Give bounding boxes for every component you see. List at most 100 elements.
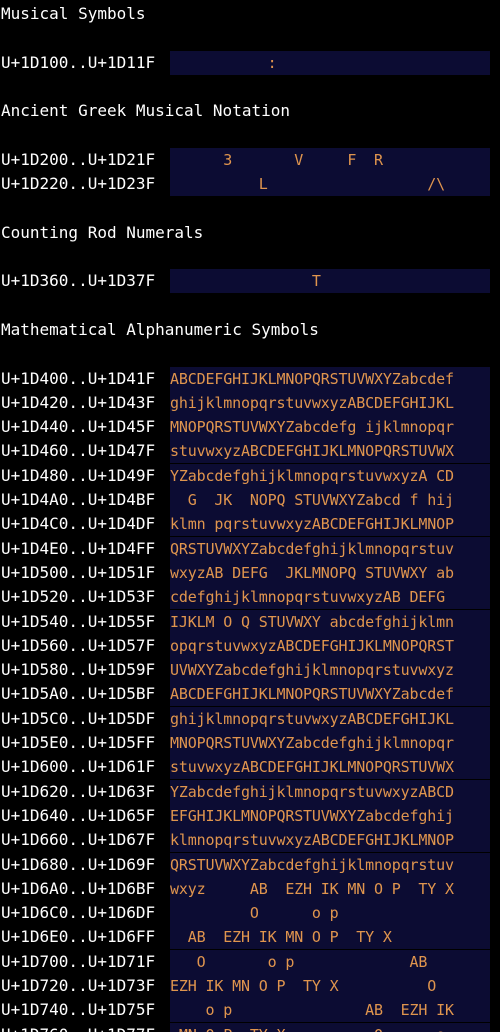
- glyph-row: U+1D480..U+1D49F YZabcdefghijklmnopqrstuv…: [0, 463, 500, 488]
- glyph-sample-text: O o p AB: [170, 952, 428, 971]
- section-heading: Mathematical Alphanumeric Symbols: [1, 319, 319, 339]
- glyph-row: U+1D680..U+1D69F QRSTUVWXYZabcdefghijklmn…: [0, 852, 500, 877]
- glyph-row: U+1D6C0..U+1D6DF O o p: [0, 901, 500, 926]
- glyph-sample-text: MNOPQRSTUVWXYZabcdefg ijklmnopqr: [170, 418, 454, 437]
- glyph-sample-text: L /\: [170, 175, 445, 194]
- glyph-sample-text: stuvwxyzABCDEFGHIJKLMNOPQRSTUVWX: [170, 758, 454, 777]
- section-heading: Ancient Greek Musical Notation: [1, 101, 290, 121]
- code-range-label: U+1D5A0..U+1D5BF: [1, 684, 156, 704]
- glyph-row: U+1D740..U+1D75F o p AB EZH IK: [0, 998, 500, 1023]
- glyph-sample-text: UVWXYZabcdefghijklmnopqrstuvwxyz: [170, 661, 454, 680]
- code-range-label: U+1D420..U+1D43F: [1, 392, 156, 412]
- glyph-row: U+1D720..U+1D73F EZH IK MN O P TY X O: [0, 974, 500, 998]
- glyph-row: U+1D560..U+1D57F opqrstuvwxyzABCDEFGHIJKL…: [0, 633, 500, 658]
- code-range-label: U+1D220..U+1D23F: [1, 174, 156, 194]
- glyph-row: U+1D520..U+1D53F cdefghijklmnopqrstuvwxyz…: [0, 585, 500, 610]
- glyph-sample-text: klmn pqrstuvwxyzABCDEFGHIJKLMNOP: [170, 515, 454, 534]
- glyph-sample-text: IJKLM O Q STUVWXY abcdefghijklmn: [170, 612, 454, 631]
- code-range-label: U+1D560..U+1D57F: [1, 635, 156, 655]
- glyph-row: U+1D420..U+1D43F ghijklmnopqrstuvwxyzABCD…: [0, 390, 500, 415]
- glyph-row: U+1D200..U+1D21F 3 V F R: [0, 147, 500, 172]
- glyph-row: U+1D660..U+1D67F klmnopqrstuvwxyzABCDEFGH…: [0, 828, 500, 853]
- glyph-sample-text: T: [170, 272, 321, 291]
- code-range-label: U+1D4E0..U+1D4FF: [1, 538, 156, 558]
- glyph-row: U+1D580..U+1D59F UVWXYZabcdefghijklmnopqr…: [0, 658, 500, 683]
- glyph-sample-text: o p AB EZH IK: [170, 1001, 454, 1020]
- glyph-sample-text: klmnopqrstuvwxyzABCDEFGHIJKLMNOP: [170, 831, 454, 850]
- code-range-label: U+1D720..U+1D73F: [1, 976, 156, 995]
- glyph-sample-text: QRSTUVWXYZabcdefghijklmnopqrstuv: [170, 539, 454, 558]
- code-range-label: U+1D400..U+1D41F: [1, 368, 156, 388]
- glyph-row: U+1D100..U+1D11F :: [0, 50, 500, 75]
- code-range-label: U+1D580..U+1D59F: [1, 660, 156, 680]
- code-range-label: U+1D6E0..U+1D6FF: [1, 927, 156, 947]
- glyph-sample-text: wxyz AB EZH IK MN O P TY X: [170, 879, 454, 898]
- code-range-label: U+1D5E0..U+1D5FF: [1, 733, 156, 752]
- code-range-label: U+1D5C0..U+1D5DF: [1, 708, 156, 728]
- glyph-sample-text: cdefghijklmnopqrstuvwxyzAB DEFG: [170, 588, 454, 607]
- code-range-label: U+1D480..U+1D49F: [1, 465, 156, 485]
- glyph-row: U+1D440..U+1D45F MNOPQRSTUVWXYZabcdefg ij…: [0, 415, 500, 440]
- glyph-sample-text: QRSTUVWXYZabcdefghijklmnopqrstuv: [170, 855, 454, 874]
- code-range-label: U+1D4C0..U+1D4DF: [1, 514, 156, 534]
- glyph-sample-text: EFGHIJKLMNOPQRSTUVWXYZabcdefghij: [170, 806, 454, 825]
- glyph-sample-text: MN O P TY X O o: [170, 1023, 490, 1032]
- glyph-row: U+1D400..U+1D41F ABCDEFGHIJKLMNOPQRSTUVWX…: [0, 366, 500, 391]
- code-range-label: U+1D640..U+1D65F: [1, 805, 156, 825]
- section-heading: Musical Symbols: [1, 4, 146, 23]
- glyph-row: U+1D540..U+1D55F IJKLM O Q STUVWXY abcdef…: [0, 609, 500, 634]
- code-range-label: U+1D700..U+1D71F: [1, 951, 156, 971]
- glyph-row: U+1D4A0..U+1D4BF G JK NOPQ STUVWXYZabcd …: [0, 488, 500, 512]
- glyph-row: U+1D620..U+1D63F YZabcdefghijklmnopqrstuv…: [0, 779, 500, 804]
- glyph-row: U+1D6A0..U+1D6BF wxyz AB EZH IK MN O P TY…: [0, 876, 500, 901]
- code-range-label: U+1D360..U+1D37F: [1, 271, 156, 291]
- glyph-row: U+1D6E0..U+1D6FF AB EZH IK MN O P TY X: [0, 925, 500, 950]
- code-range-label: U+1D660..U+1D67F: [1, 830, 156, 850]
- glyph-row: U+1D600..U+1D61F stuvwxyzABCDEFGHIJKLMNOP…: [0, 755, 500, 780]
- code-range-label: U+1D500..U+1D51F: [1, 562, 156, 582]
- glyph-sample-text: YZabcdefghijklmnopqrstuvwxyzABCD: [170, 782, 454, 801]
- glyph-row: U+1D5A0..U+1D5BF ABCDEFGHIJKLMNOPQRSTUVWX…: [0, 682, 500, 707]
- glyph-row: U+1D640..U+1D65F EFGHIJKLMNOPQRSTUVWXYZab…: [0, 803, 500, 828]
- code-range-label: U+1D4A0..U+1D4BF: [1, 490, 156, 509]
- code-range-label: U+1D520..U+1D53F: [1, 587, 156, 607]
- code-range-label: U+1D600..U+1D61F: [1, 757, 156, 777]
- code-range-label: U+1D740..U+1D75F: [1, 1000, 156, 1020]
- glyph-sample-text: stuvwxyzABCDEFGHIJKLMNOPQRSTUVWX: [170, 442, 454, 461]
- glyph-sample-text: ghijklmnopqrstuvwxyzABCDEFGHIJKL: [170, 393, 454, 412]
- glyph-sample-text: G JK NOPQ STUVWXYZabcd f hij: [170, 491, 454, 509]
- glyph-row: U+1D460..U+1D47F stuvwxyzABCDEFGHIJKLMNOP…: [0, 439, 500, 464]
- code-range-label: U+1D100..U+1D11F: [1, 52, 156, 72]
- glyph-sample-text: ghijklmnopqrstuvwxyzABCDEFGHIJKL: [170, 709, 454, 728]
- glyph-sample-text: MNOPQRSTUVWXYZabcdefghijklmnopqr: [170, 734, 454, 752]
- code-range-label: U+1D680..U+1D69F: [1, 854, 156, 874]
- glyph-row: U+1D220..U+1D23F L /\: [0, 172, 500, 197]
- glyph-sample-text: :: [170, 53, 277, 72]
- glyph-row: U+1D5C0..U+1D5DF ghijklmnopqrstuvwxyzABCD…: [0, 706, 500, 731]
- glyph-row: U+1D760..U+1D77F MN O P TY X O o: [0, 1022, 500, 1032]
- glyph-row: U+1D700..U+1D71F O o p AB: [0, 949, 500, 974]
- glyph-row: U+1D5E0..U+1D5FF MNOPQRSTUVWXYZabcdefghij…: [0, 731, 500, 755]
- section-heading: Counting Rod Numerals: [1, 222, 204, 242]
- glyph-sample-text: YZabcdefghijklmnopqrstuvwxyzA CD: [170, 466, 454, 485]
- code-range-label: U+1D440..U+1D45F: [1, 417, 156, 437]
- glyph-row: U+1D4C0..U+1D4DF klmn pqrstuvwxyzABCDEFGH…: [0, 512, 500, 537]
- glyph-row: U+1D500..U+1D51F wxyzAB DEFG JKLMNOPQ STU…: [0, 560, 500, 585]
- code-range-label: U+1D6C0..U+1D6DF: [1, 903, 156, 923]
- glyph-sample-text: wxyzAB DEFG JKLMNOPQ STUVWXY ab: [170, 563, 454, 582]
- glyph-row: U+1D4E0..U+1D4FF QRSTUVWXYZabcdefghijklmn…: [0, 536, 500, 561]
- glyph-sample-text: EZH IK MN O P TY X O: [170, 977, 437, 995]
- glyph-sample-text: O o p: [170, 904, 339, 923]
- glyph-sample-text: 3 V F R: [170, 150, 383, 169]
- code-range-label: U+1D460..U+1D47F: [1, 441, 156, 461]
- glyph-sample-text: ABCDEFGHIJKLMNOPQRSTUVWXYZabcdef: [170, 369, 454, 388]
- code-range-label: U+1D200..U+1D21F: [1, 149, 156, 169]
- glyph-sample-text: opqrstuvwxyzABCDEFGHIJKLMNOPQRST: [170, 636, 454, 655]
- code-range-label: U+1D620..U+1D63F: [1, 781, 156, 801]
- code-range-label: U+1D540..U+1D55F: [1, 611, 156, 631]
- glyph-sample-text: AB EZH IK MN O P TY X: [170, 928, 392, 947]
- glyph-row: U+1D360..U+1D37F T: [0, 269, 500, 294]
- code-range-label: U+1D6A0..U+1D6BF: [1, 878, 156, 898]
- code-range-label: U+1D760..U+1D77F: [1, 1023, 155, 1032]
- glyph-sample-text: ABCDEFGHIJKLMNOPQRSTUVWXYZabcdef: [170, 685, 454, 704]
